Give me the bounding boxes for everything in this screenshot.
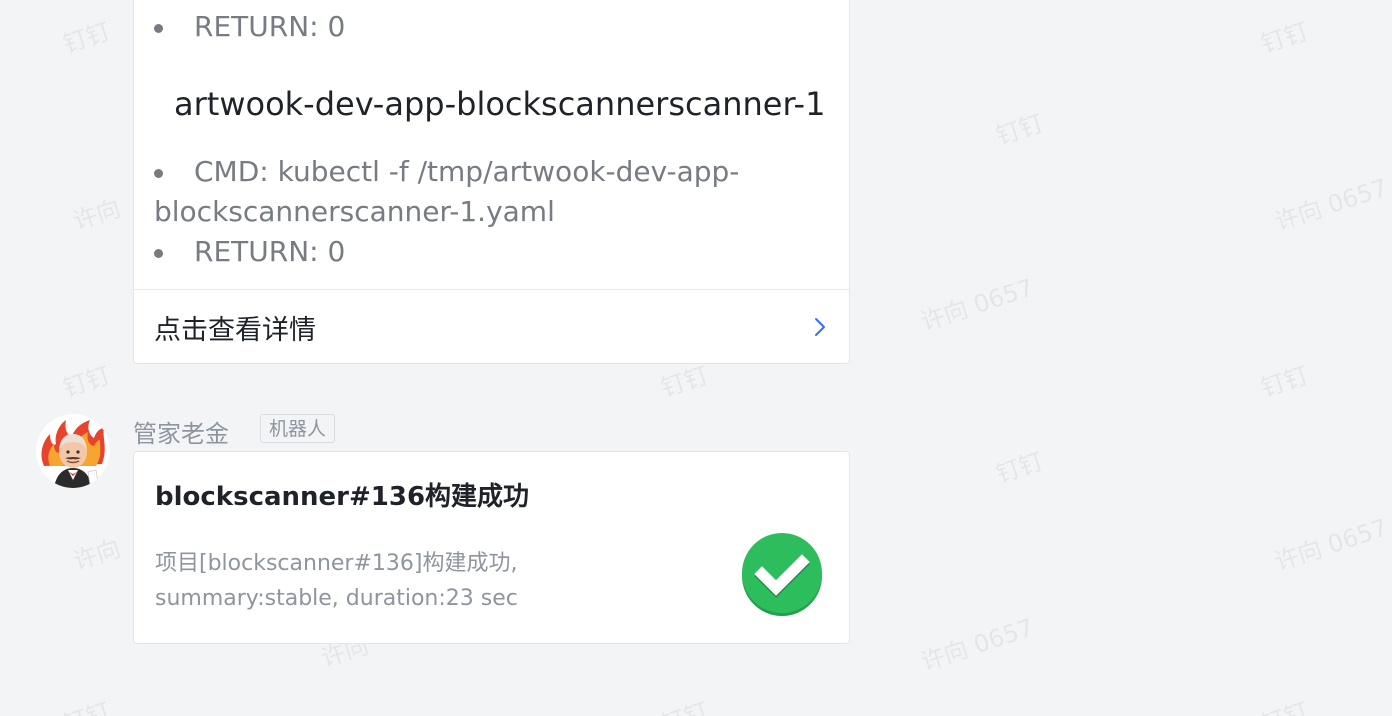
- chat-page: 钉钉 钉钉 钉钉 许向 许向 0657 许向 0657 钉钉 钉钉 钉钉 钉钉 …: [0, 0, 1392, 716]
- jenkins-avatar-icon[interactable]: [36, 414, 110, 488]
- watermark: 钉钉: [1257, 361, 1312, 403]
- sender-name[interactable]: 管家老金: [133, 414, 229, 449]
- watermark: 许向 0657: [1271, 173, 1391, 237]
- robot-badge: 机器人: [260, 414, 336, 443]
- watermark: 钉钉: [58, 691, 114, 716]
- watermark: 许向 0657: [917, 613, 1037, 677]
- watermark: 钉钉: [992, 447, 1047, 489]
- watermark: 许向 0657: [917, 273, 1037, 337]
- list-item-text: RETURN: 0: [194, 235, 346, 268]
- build-description: 项目[blockscanner#136]构建成功, summary:stable…: [155, 546, 675, 616]
- watermark: 许向 0657: [1271, 513, 1391, 577]
- watermark: 钉钉: [992, 109, 1047, 151]
- watermark: 钉钉: [1256, 691, 1312, 716]
- watermark: 钉钉: [1257, 17, 1312, 59]
- deploy-result-card: RETURN: 0 artwook-dev-app-blockscannersc…: [133, 0, 850, 364]
- watermark: 钉钉: [59, 17, 114, 59]
- bullet-dot: [154, 169, 163, 178]
- check-success-icon: [740, 532, 824, 616]
- build-status-card[interactable]: blockscanner#136构建成功 项目[blockscanner#136…: [133, 451, 850, 644]
- list-item: CMD: kubectl -f /tmp/artwook-dev-app-blo…: [154, 152, 814, 232]
- view-details-label: 点击查看详情: [154, 314, 316, 346]
- watermark: 钉钉: [59, 361, 114, 403]
- build-description-line: 项目[blockscanner#136]构建成功,: [155, 551, 518, 576]
- list-item: RETURN: 0: [154, 232, 814, 272]
- list-item-text: RETURN: 0: [194, 10, 346, 43]
- watermark: 钉钉: [656, 691, 712, 716]
- list-item-text: CMD: kubectl -f /tmp/artwook-dev-app-blo…: [154, 155, 740, 228]
- chevron-right-icon: [811, 316, 829, 338]
- watermark: 许向: [69, 194, 124, 236]
- list-item: RETURN: 0: [154, 7, 814, 47]
- bullet-dot: [154, 24, 163, 33]
- build-title: blockscanner#136构建成功: [155, 482, 530, 512]
- build-description-line: summary:stable, duration:23 sec: [155, 586, 518, 611]
- section-heading: artwook-dev-app-blockscannerscanner-1: [174, 85, 826, 123]
- bullet-dot: [154, 249, 163, 258]
- watermark: 许向: [69, 534, 124, 576]
- view-details-link[interactable]: 点击查看详情: [154, 290, 829, 364]
